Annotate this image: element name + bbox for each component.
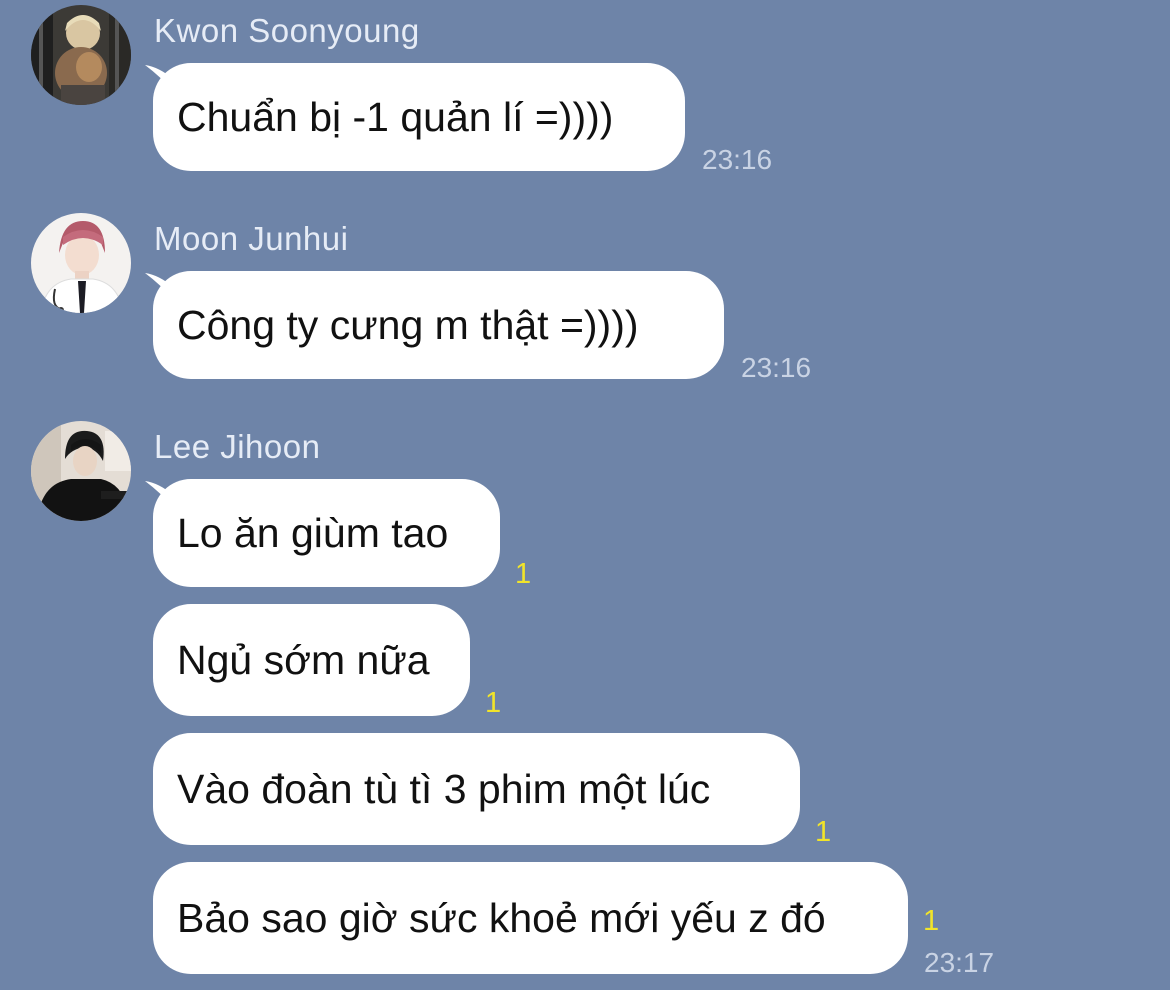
message-text: Vào đoàn tù tì 3 phim một lúc <box>177 765 711 812</box>
message-text: Chuẩn bị -1 quản lí =)))) <box>177 93 614 140</box>
message-text: Bảo sao giờ sức khoẻ mới yếu z đó <box>177 894 826 941</box>
message-text: Công ty cưng m thật =)))) <box>177 301 639 348</box>
message-timestamp: 23:17 <box>924 947 995 978</box>
sender-name: Lee Jihoon <box>154 428 321 465</box>
message-bubble[interactable]: Lo ăn giùm tao <box>153 479 500 587</box>
avatar-kwon-soonyoung[interactable] <box>31 5 131 105</box>
message-bubble[interactable]: Ngủ sớm nữa <box>153 604 470 716</box>
unread-count: 1 <box>515 558 532 590</box>
avatar-lee-jihoon[interactable] <box>31 421 131 521</box>
message-bubble[interactable]: Công ty cưng m thật =)))) <box>153 271 724 379</box>
sender-name: Kwon Soonyoung <box>154 12 420 49</box>
message-bubble[interactable]: Chuẩn bị -1 quản lí =)))) <box>153 63 685 171</box>
message-bubble[interactable]: Bảo sao giờ sức khoẻ mới yếu z đó <box>153 862 908 974</box>
avatar-moon-junhui[interactable] <box>31 213 131 313</box>
message-timestamp: 23:16 <box>702 144 773 175</box>
message-text: Ngủ sớm nữa <box>177 636 430 683</box>
message-timestamp: 23:16 <box>741 352 812 383</box>
message-bubble[interactable]: Vào đoàn tù tì 3 phim một lúc <box>153 733 800 845</box>
chat-message-list[interactable]: Kwon Soonyoung Chuẩn bị -1 quản lí =))))… <box>0 0 1170 990</box>
unread-count: 1 <box>485 687 502 719</box>
profile-photo-icon <box>31 5 131 105</box>
message-text: Lo ăn giùm tao <box>177 509 449 556</box>
profile-photo-icon <box>31 213 131 313</box>
unread-count: 1 <box>923 905 940 937</box>
profile-photo-icon <box>31 421 131 521</box>
unread-count: 1 <box>815 816 832 848</box>
sender-name: Moon Junhui <box>154 220 349 257</box>
